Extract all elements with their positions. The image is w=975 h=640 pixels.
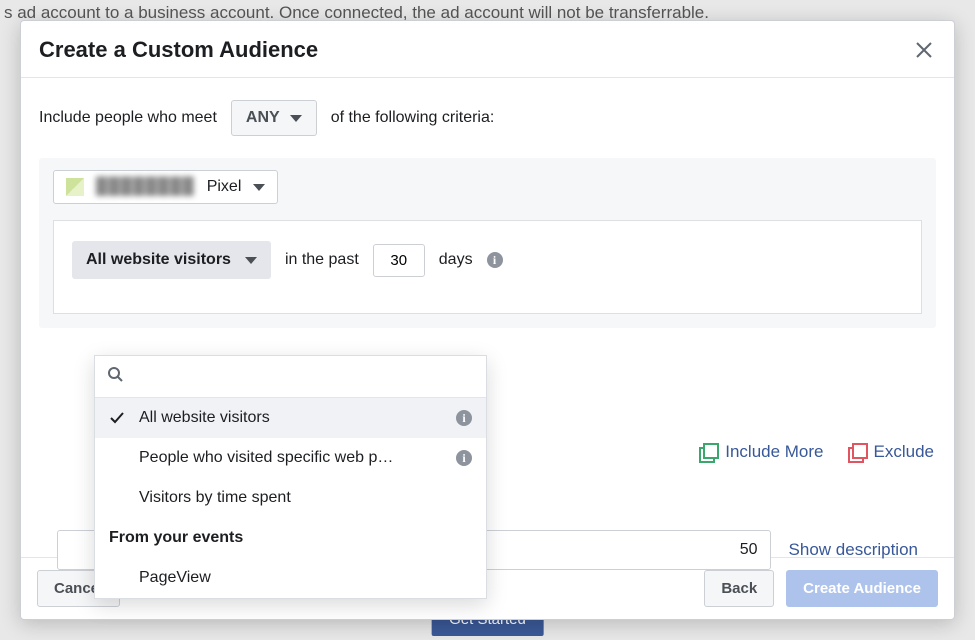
search-icon <box>107 366 123 387</box>
dropdown-option-label: PageView <box>139 569 211 587</box>
match-mode-label: ANY <box>246 109 280 127</box>
caret-down-icon <box>245 257 257 264</box>
dropdown-option-all-visitors[interactable]: All website visitors i <box>95 398 486 438</box>
rule-block: ████████ Pixel All website visitors in t… <box>39 158 936 328</box>
match-mode-dropdown[interactable]: ANY <box>231 100 317 136</box>
check-icon <box>109 410 125 426</box>
exclude-icon <box>848 443 866 461</box>
pixel-swatch-icon <box>66 178 84 196</box>
include-icon <box>699 443 717 461</box>
criteria-prefix: Include people who meet <box>39 109 217 127</box>
pixel-suffix: Pixel <box>207 178 242 196</box>
info-icon[interactable]: i <box>456 410 472 426</box>
visitor-type-label: All website visitors <box>86 251 231 269</box>
back-button[interactable]: Back <box>704 570 774 607</box>
include-more-link[interactable]: Include More <box>699 442 823 462</box>
dropdown-search-input[interactable] <box>133 368 474 385</box>
close-icon[interactable] <box>912 38 936 62</box>
dropdown-section-events: From your events <box>95 518 486 558</box>
dropdown-option-label: All website visitors <box>139 409 270 427</box>
days-input[interactable] <box>373 244 425 277</box>
in-the-past-label: in the past <box>285 251 359 269</box>
dropdown-option-pageview[interactable]: PageView <box>95 558 486 598</box>
criteria-suffix: of the following criteria: <box>331 109 495 127</box>
modal-title: Create a Custom Audience <box>39 37 318 63</box>
caret-down-icon <box>290 115 302 122</box>
modal-body: Include people who meet ANY of the follo… <box>21 78 954 557</box>
pixel-selector[interactable]: ████████ Pixel <box>53 170 278 204</box>
info-icon[interactable]: i <box>456 450 472 466</box>
dropdown-option-specific-pages[interactable]: People who visited specific web p… i <box>95 438 486 478</box>
include-more-label: Include More <box>725 442 823 462</box>
create-audience-modal: Create a Custom Audience Include people … <box>20 20 955 620</box>
dropdown-option-label: Visitors by time spent <box>139 489 291 507</box>
caret-down-icon <box>253 184 265 191</box>
dropdown-option-time-spent[interactable]: Visitors by time spent <box>95 478 486 518</box>
create-audience-button[interactable]: Create Audience <box>786 570 938 607</box>
info-icon[interactable]: i <box>487 252 503 268</box>
exclude-label: Exclude <box>874 442 934 462</box>
modal-header: Create a Custom Audience <box>21 21 954 78</box>
days-label: days <box>439 251 473 269</box>
criteria-row: Include people who meet ANY of the follo… <box>39 100 936 136</box>
show-description-link[interactable]: Show description <box>789 540 918 560</box>
include-exclude-row: Include More Exclude <box>699 442 934 462</box>
pixel-name-obscured: ████████ <box>96 178 195 196</box>
exclude-link[interactable]: Exclude <box>848 442 934 462</box>
visitor-type-dropdown[interactable]: All website visitors <box>72 241 271 279</box>
visitor-rule-row: All website visitors in the past days i <box>72 241 903 279</box>
criteria-box: All website visitors in the past days i <box>53 220 922 314</box>
dropdown-option-label: People who visited specific web p… <box>139 449 393 467</box>
visitor-type-dropdown-panel: All website visitors i People who visite… <box>94 355 487 599</box>
dropdown-search-row <box>95 356 486 398</box>
